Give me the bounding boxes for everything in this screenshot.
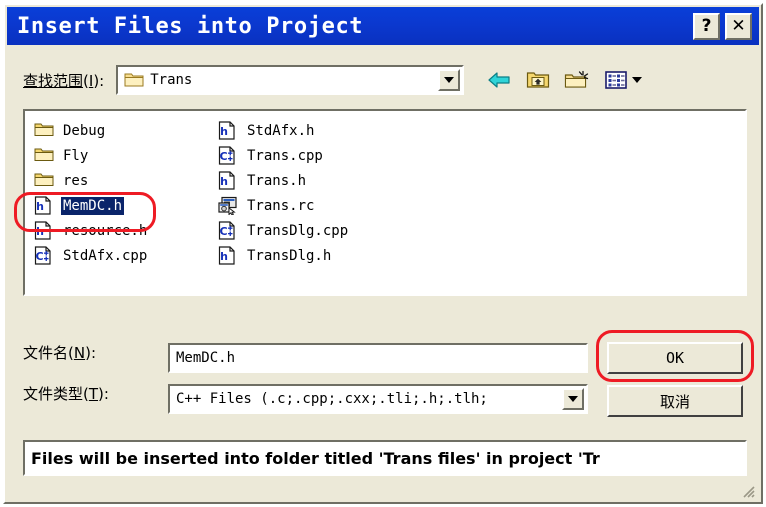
title-bar-buttons: ? ✕ bbox=[693, 12, 752, 40]
list-item[interactable]: h Trans.h bbox=[215, 168, 350, 193]
cpp-file-icon: C bbox=[34, 246, 54, 265]
list-item[interactable]: h TransDlg.h bbox=[215, 243, 350, 268]
svg-text:h: h bbox=[36, 200, 44, 213]
list-item[interactable]: C TransDlg.cpp bbox=[215, 218, 350, 243]
screenshot-root: Insert Files into Project ? ✕ 查找范围(I): T… bbox=[0, 0, 766, 507]
h-file-icon: h bbox=[34, 196, 54, 215]
file-list-column-a: Debug Fly res h MemDC.h h resource.h C StdAfx.cp… bbox=[31, 118, 149, 268]
list-item-label: TransDlg.cpp bbox=[247, 222, 349, 239]
file-type-label-text: 文件类型( bbox=[23, 385, 89, 403]
look-in-label-text: 查找范围 bbox=[23, 71, 84, 90]
navigation-toolbar bbox=[486, 68, 643, 92]
new-folder-icon[interactable] bbox=[564, 68, 590, 92]
file-type-label-suffix: ): bbox=[98, 385, 109, 403]
status-bar: Files will be inserted into folder title… bbox=[23, 440, 747, 476]
file-type-combobox[interactable]: C++ Files (.c;.cpp;.cxx;.tli;.h;.tlh; bbox=[168, 384, 588, 414]
look-in-label: 查找范围(I): bbox=[23, 71, 105, 90]
svg-text:h: h bbox=[220, 125, 228, 138]
file-name-label-suffix: ): bbox=[85, 344, 96, 362]
cancel-button[interactable]: 取消 bbox=[607, 385, 743, 417]
chevron-down-icon bbox=[444, 77, 455, 83]
cpp-file-icon: C bbox=[218, 146, 238, 165]
insert-files-dialog: Insert Files into Project ? ✕ 查找范围(I): T… bbox=[3, 3, 763, 504]
look-in-combobox[interactable]: Trans bbox=[116, 65, 465, 95]
file-name-label: 文件名(N): bbox=[23, 342, 96, 363]
list-item[interactable]: Fly bbox=[31, 143, 149, 168]
list-item[interactable]: C Trans.cpp bbox=[215, 143, 350, 168]
folder-icon bbox=[34, 121, 54, 140]
list-item-label: Trans.h bbox=[247, 172, 307, 189]
svg-text:C: C bbox=[219, 225, 227, 238]
file-name-accel: N bbox=[73, 344, 86, 362]
file-name-input[interactable]: MemDC.h bbox=[168, 343, 588, 373]
chevron-down-icon bbox=[568, 396, 578, 402]
look-in-row: 查找范围(I): Trans bbox=[23, 63, 747, 97]
h-file-icon: h bbox=[34, 221, 54, 240]
file-type-row: 文件类型(T): bbox=[23, 383, 109, 404]
h-file-icon: h bbox=[218, 246, 238, 265]
h-file-icon: h bbox=[218, 171, 238, 190]
ok-button[interactable]: OK bbox=[607, 342, 743, 374]
list-item-label: TransDlg.h bbox=[247, 247, 332, 264]
views-icon bbox=[603, 68, 629, 92]
list-item-label: Trans.cpp bbox=[247, 147, 323, 164]
look-in-label-suffix: ): bbox=[93, 71, 105, 90]
file-type-value: C++ Files (.c;.cpp;.cxx;.tli;.h;.tlh; bbox=[176, 391, 488, 407]
file-name-value: MemDC.h bbox=[176, 350, 236, 366]
status-message: Files will be inserted into folder title… bbox=[31, 448, 600, 468]
svg-text:h: h bbox=[36, 225, 44, 238]
list-item-label: resource.h bbox=[63, 222, 148, 239]
help-button[interactable]: ? bbox=[693, 12, 720, 40]
svg-text:C: C bbox=[219, 150, 227, 163]
back-icon[interactable] bbox=[486, 68, 512, 92]
rc-file-icon bbox=[218, 196, 238, 216]
page-title: Insert Files into Project bbox=[17, 13, 364, 39]
file-name-row: 文件名(N): bbox=[23, 342, 96, 363]
close-button[interactable]: ✕ bbox=[725, 12, 752, 40]
list-item[interactable]: Debug bbox=[31, 118, 149, 143]
look-in-value: Trans bbox=[150, 72, 193, 88]
list-item-label: res bbox=[63, 172, 89, 189]
resize-grip[interactable] bbox=[739, 482, 755, 498]
file-type-dropdown-button[interactable] bbox=[562, 388, 584, 410]
file-list-column-b: h StdAfx.h C Trans.cpp h Trans.h Trans.rc C Tran… bbox=[215, 118, 350, 268]
cpp-file-icon: C bbox=[218, 221, 238, 240]
views-button[interactable] bbox=[603, 68, 643, 92]
folder-icon bbox=[124, 71, 144, 90]
list-item[interactable]: h MemDC.h bbox=[31, 193, 149, 218]
list-item-label: Debug bbox=[63, 122, 106, 139]
list-item-label: StdAfx.h bbox=[247, 122, 315, 139]
file-type-label: 文件类型(T): bbox=[23, 383, 109, 404]
title-bar[interactable]: Insert Files into Project ? ✕ bbox=[7, 7, 759, 45]
list-item[interactable]: C StdAfx.cpp bbox=[31, 243, 149, 268]
list-item-label: StdAfx.cpp bbox=[63, 247, 148, 264]
svg-text:h: h bbox=[220, 175, 228, 188]
list-item-label: Fly bbox=[63, 147, 89, 164]
up-one-level-icon[interactable] bbox=[525, 68, 551, 92]
look-in-dropdown-button[interactable] bbox=[438, 69, 461, 91]
chevron-down-icon bbox=[632, 77, 643, 83]
list-item[interactable]: res bbox=[31, 168, 149, 193]
list-item[interactable]: Trans.rc bbox=[215, 193, 350, 218]
file-list[interactable]: Debug Fly res h MemDC.h h resource.h C StdAfx.cp… bbox=[23, 109, 747, 296]
h-file-icon: h bbox=[218, 121, 238, 140]
svg-text:C: C bbox=[35, 250, 43, 263]
folder-icon bbox=[34, 146, 54, 165]
list-item-label: Trans.rc bbox=[247, 197, 315, 214]
list-item[interactable]: h StdAfx.h bbox=[215, 118, 350, 143]
list-item[interactable]: h resource.h bbox=[31, 218, 149, 243]
file-type-accel: T bbox=[88, 385, 99, 403]
folder-icon bbox=[34, 171, 54, 190]
list-item-label: MemDC.h bbox=[61, 196, 125, 215]
file-name-label-text: 文件名( bbox=[23, 344, 74, 362]
svg-text:h: h bbox=[220, 250, 228, 263]
